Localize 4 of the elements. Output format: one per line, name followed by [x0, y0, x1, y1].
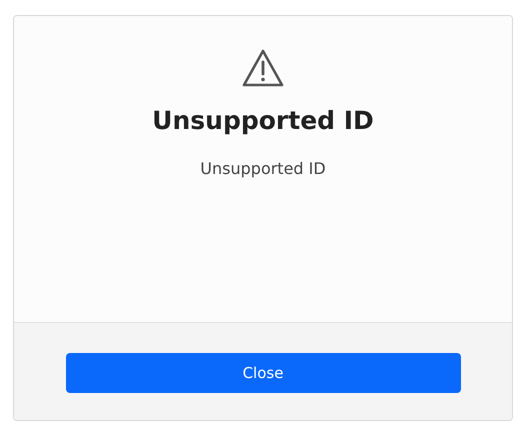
warning-icon — [241, 48, 285, 88]
dialog-message: Unsupported ID — [200, 159, 326, 178]
dialog-title: Unsupported ID — [152, 106, 374, 135]
close-button[interactable]: Close — [66, 353, 460, 393]
